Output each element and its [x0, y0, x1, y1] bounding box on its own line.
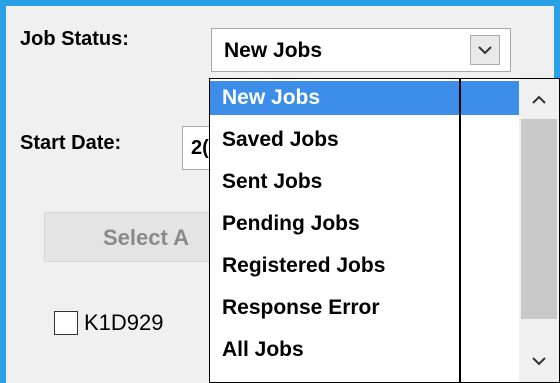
chevron-up-icon — [532, 95, 546, 104]
dropdown-item-new-jobs[interactable]: New Jobs — [210, 81, 460, 115]
start-date-value: 2( — [191, 137, 209, 159]
scroll-thumb[interactable] — [521, 119, 557, 319]
select-all-label: Select A — [103, 225, 190, 250]
job-status-label: Job Status: — [20, 28, 129, 50]
chevron-down-icon — [478, 46, 492, 55]
scroll-up-button[interactable] — [519, 83, 559, 117]
job-status-dropdown-list: New Jobs Saved Jobs Sent Jobs Pending Jo… — [209, 78, 560, 383]
job-status-combobox[interactable]: New Jobs — [211, 28, 511, 72]
start-date-label: Start Date: — [20, 132, 122, 154]
dropdown-item-pending-jobs[interactable]: Pending Jobs — [210, 207, 458, 241]
selection-highlight — [460, 81, 520, 115]
dropdown-item-saved-jobs[interactable]: Saved Jobs — [210, 123, 458, 157]
job-checkbox-label: K1D929 — [84, 310, 164, 335]
list-divider — [459, 79, 461, 382]
dropdown-item-response-error[interactable]: Response Error — [210, 291, 458, 325]
scroll-down-button[interactable] — [519, 344, 559, 378]
dropdown-item-registered-jobs[interactable]: Registered Jobs — [210, 249, 458, 283]
job-status-dropdown-button[interactable] — [470, 35, 500, 65]
dropdown-scrollbar[interactable] — [519, 79, 559, 382]
dropdown-item-sent-jobs[interactable]: Sent Jobs — [210, 165, 458, 199]
chevron-down-icon — [532, 357, 546, 366]
dropdown-item-all-jobs[interactable]: All Jobs — [210, 333, 458, 367]
job-status-selected-value: New Jobs — [224, 39, 323, 62]
job-checkbox[interactable] — [54, 311, 78, 335]
